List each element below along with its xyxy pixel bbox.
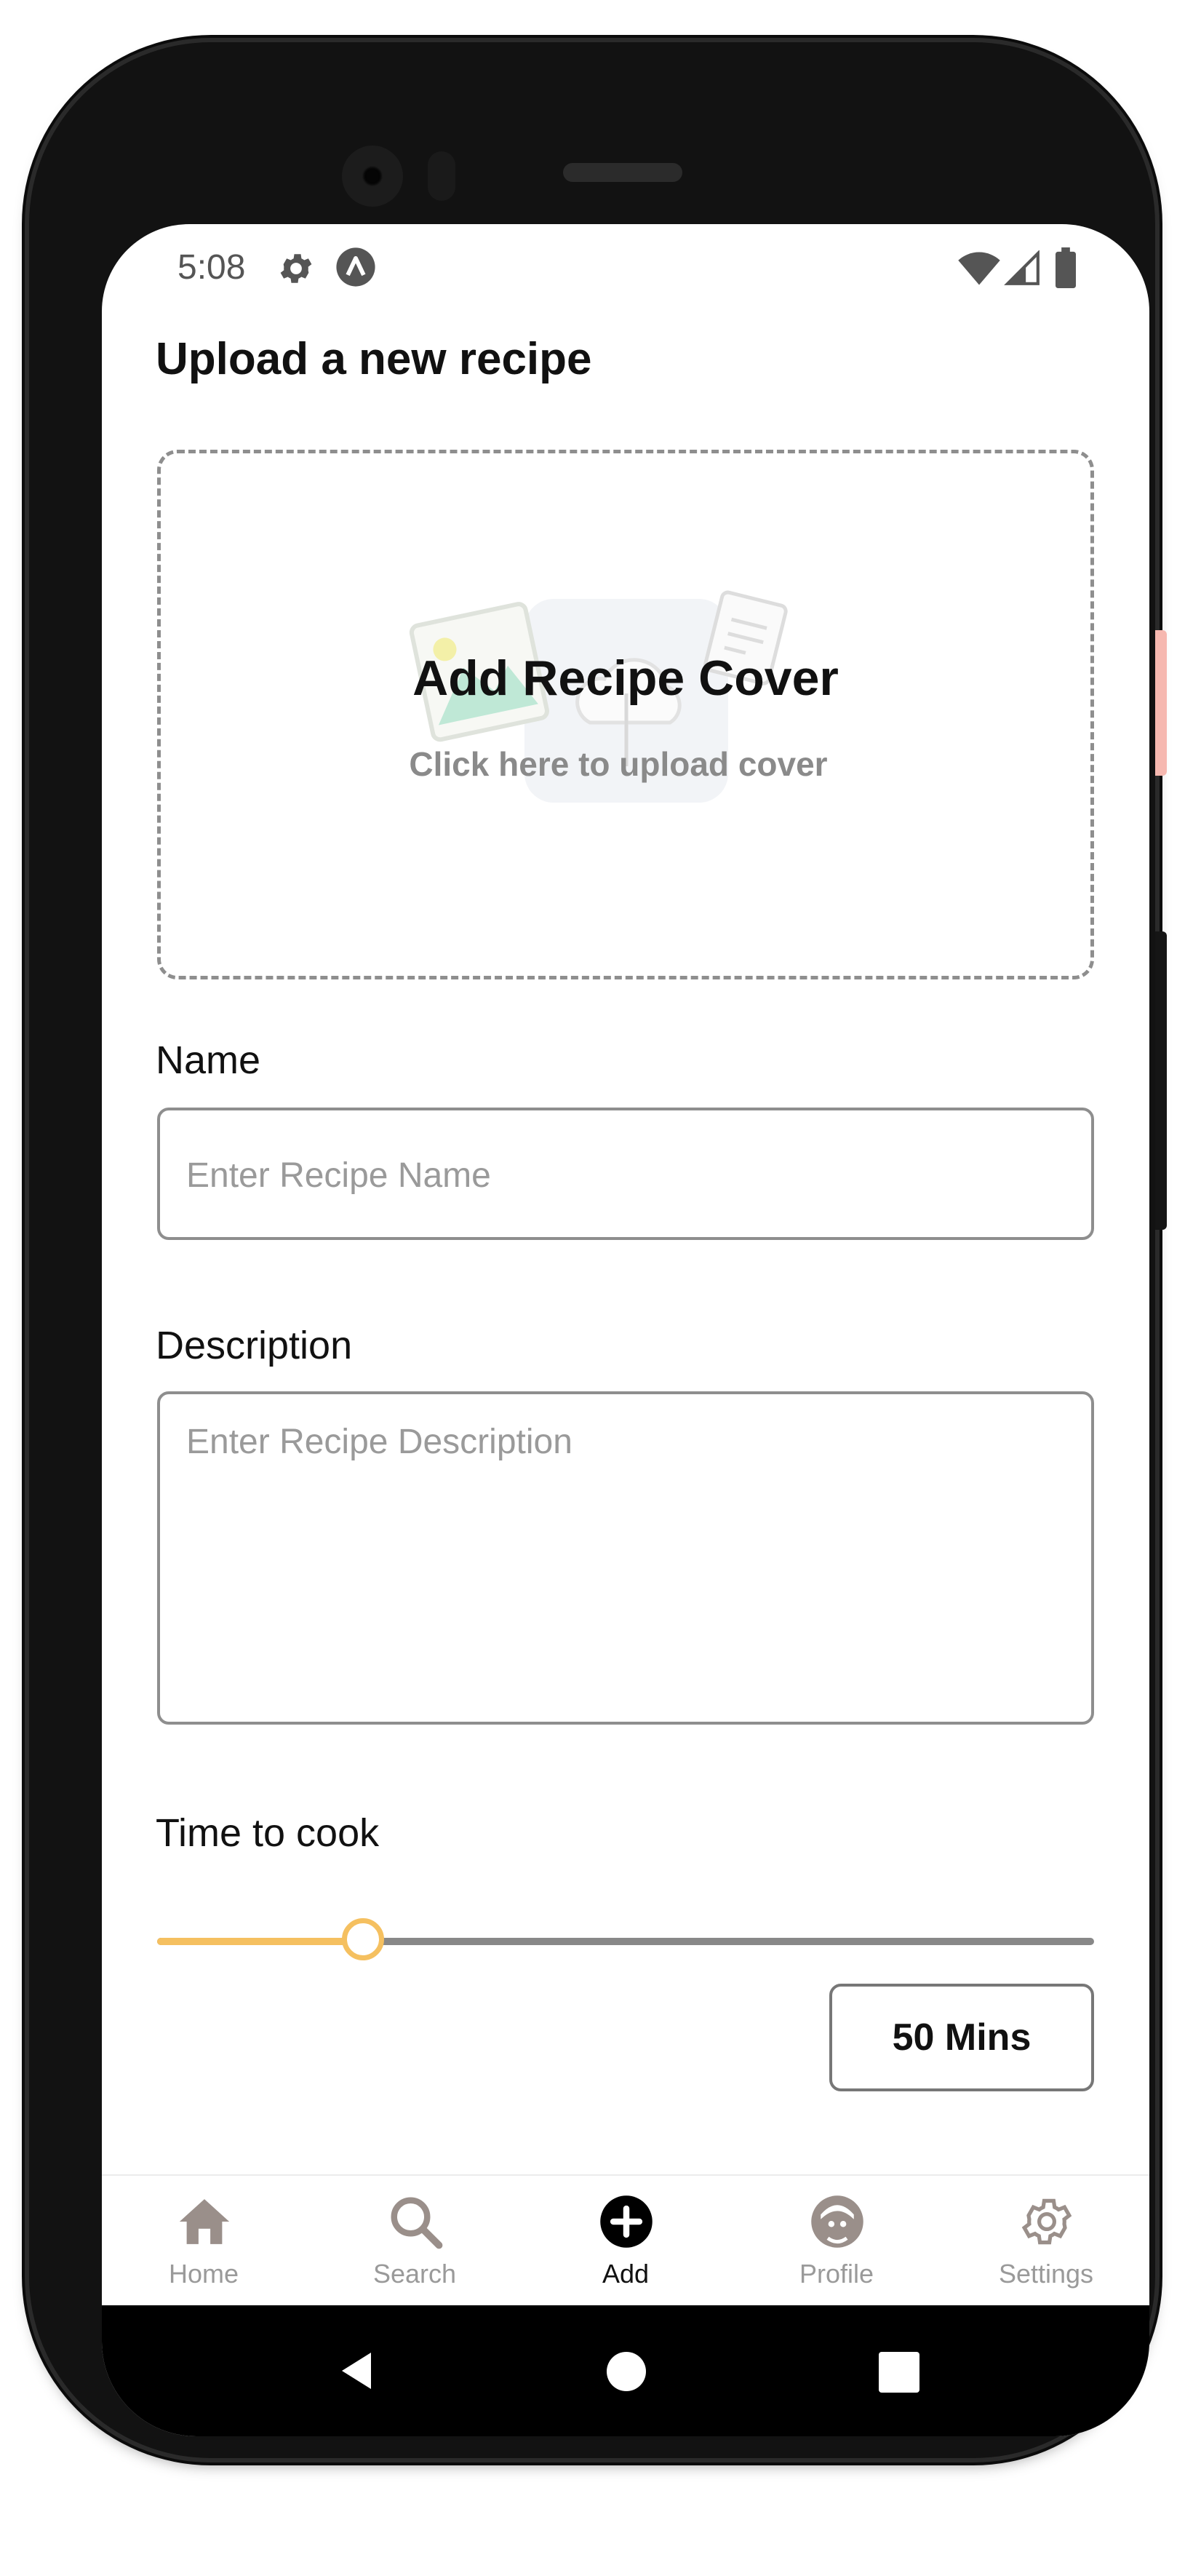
cook-time-slider[interactable]	[157, 1918, 1094, 1963]
cook-time-value: 50 Mins	[829, 1984, 1094, 2091]
system-navigation-bar	[102, 2305, 1149, 2436]
wifi-icon	[958, 252, 1000, 285]
tab-search[interactable]: Search	[342, 2176, 487, 2307]
tab-search-label: Search	[372, 2259, 457, 2289]
earpiece-speaker	[563, 163, 682, 182]
side-volume-button	[1155, 931, 1167, 1230]
signal-icon	[1004, 250, 1040, 285]
description-label: Description	[156, 1324, 353, 1367]
battery-icon	[1056, 247, 1076, 288]
proximity-sensor	[428, 151, 455, 201]
search-icon	[391, 2197, 443, 2249]
tab-settings-label: Settings	[998, 2259, 1094, 2289]
status-bar: 5:08	[102, 224, 1149, 311]
slider-fill	[157, 1938, 364, 1945]
tab-home-label: Home	[168, 2259, 239, 2289]
tab-add-label: Add	[602, 2259, 650, 2289]
slider-thumb[interactable]	[342, 1918, 385, 1960]
cover-upload-area[interactable]: Add Recipe Cover Click here to upload co…	[157, 450, 1094, 979]
recipe-description-placeholder: Enter Recipe Description	[186, 1423, 572, 1461]
settings-status-icon	[280, 254, 312, 283]
tab-profile[interactable]: Profile	[764, 2176, 909, 2307]
cover-subtitle: Click here to upload cover	[409, 745, 828, 783]
recipe-name-input[interactable]: Enter Recipe Name	[157, 1108, 1094, 1240]
tab-profile-label: Profile	[799, 2259, 874, 2289]
back-icon[interactable]	[335, 2349, 378, 2393]
page-title: Upload a new recipe	[156, 334, 592, 384]
home-button-icon[interactable]	[607, 2352, 646, 2391]
add-icon	[600, 2195, 653, 2248]
front-camera	[342, 146, 403, 207]
status-time: 5:08	[177, 248, 246, 287]
app-notification-icon	[336, 247, 375, 287]
bottom-tab-bar: Home Search Add Profile Settings	[102, 2174, 1149, 2307]
side-power-button	[1155, 630, 1167, 776]
recent-apps-icon[interactable]	[879, 2352, 919, 2393]
time-to-cook-label: Time to cook	[156, 1811, 380, 1855]
tab-home[interactable]: Home	[131, 2176, 276, 2307]
home-icon	[179, 2199, 230, 2244]
cover-title: Add Recipe Cover	[412, 651, 839, 706]
name-label: Name	[156, 1038, 261, 1082]
app-screen: 5:08 Upload a new recipe Add Recipe Cove…	[102, 224, 1149, 2436]
settings-icon	[1021, 2198, 1072, 2245]
phone-frame: 5:08 Upload a new recipe Add Recipe Cove…	[29, 42, 1155, 2458]
recipe-description-input[interactable]: Enter Recipe Description	[157, 1391, 1094, 1725]
tab-settings[interactable]: Settings	[973, 2176, 1119, 2307]
tab-add[interactable]: Add	[553, 2176, 698, 2307]
upload-illustration-icon	[409, 590, 788, 803]
profile-icon	[811, 2195, 863, 2248]
recipe-name-placeholder: Enter Recipe Name	[186, 1156, 491, 1195]
